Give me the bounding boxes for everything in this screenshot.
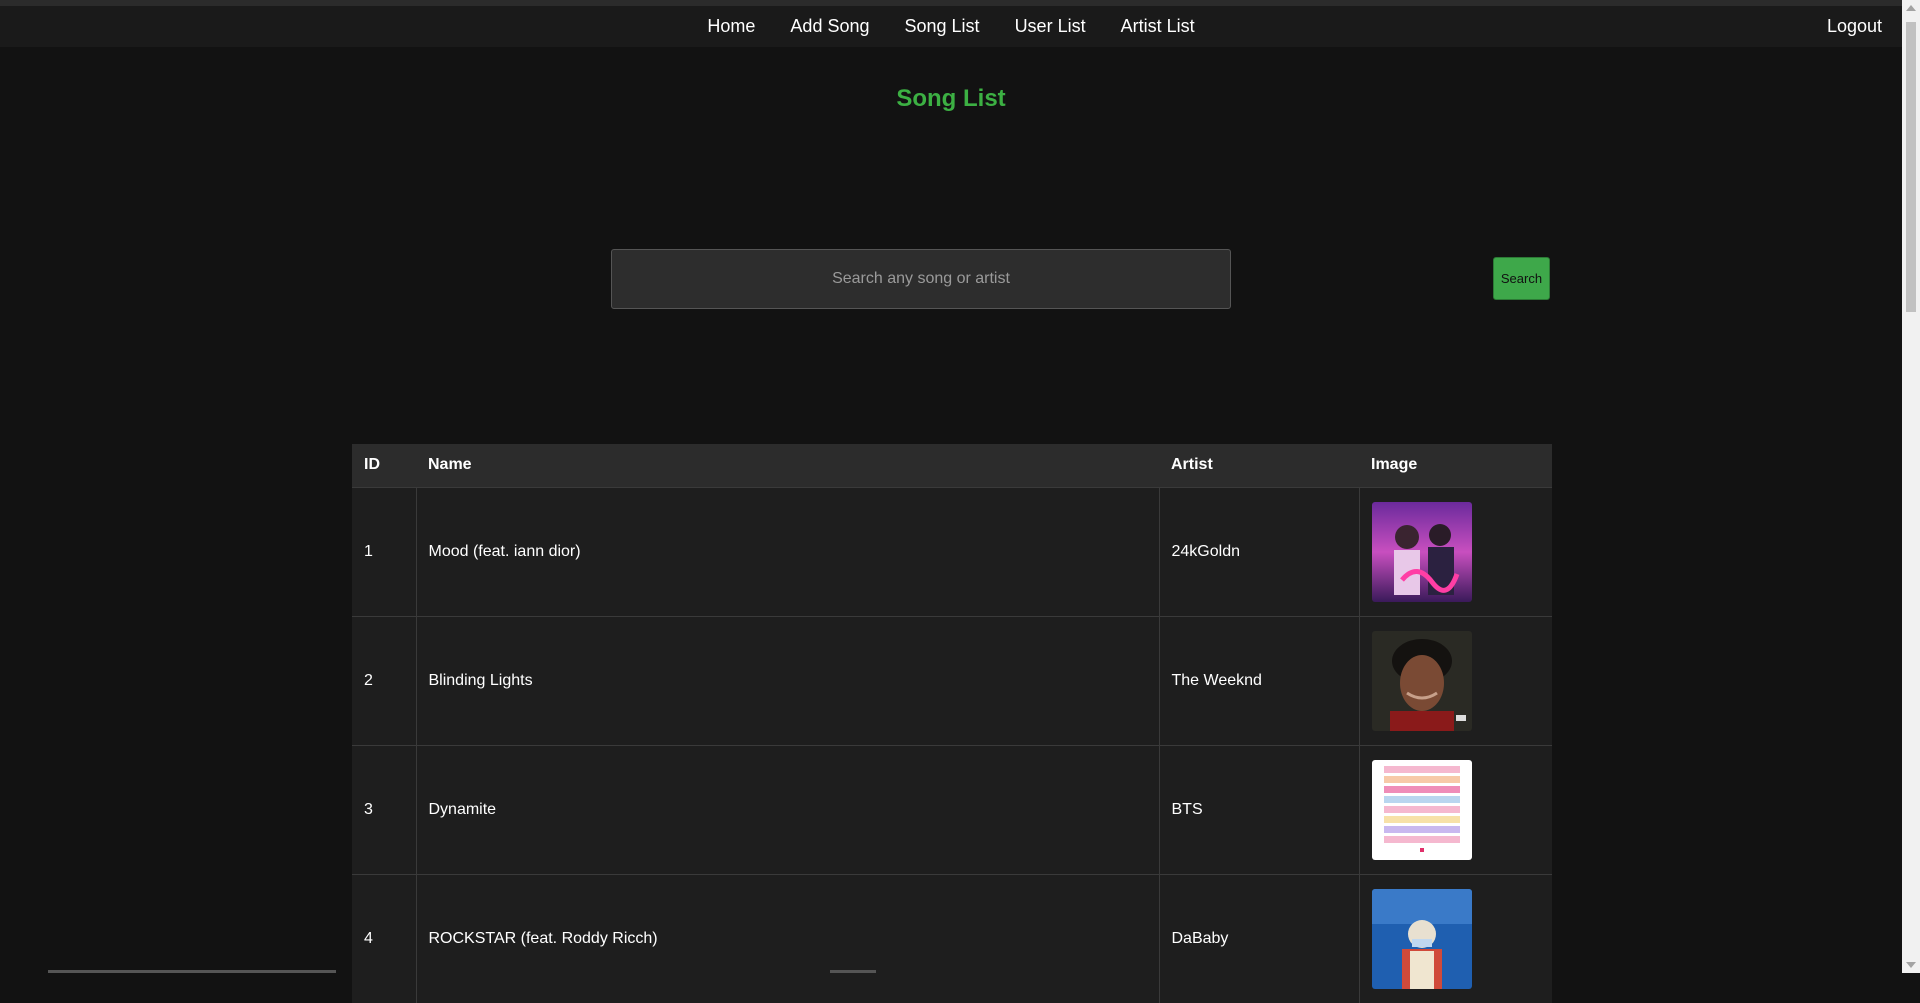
logout-link[interactable]: Logout [1827, 6, 1882, 47]
cell-artist: 24kGoldn [1159, 486, 1360, 616]
column-header-name: Name [416, 444, 1159, 487]
cell-id: 2 [352, 615, 417, 745]
cell-artist: The Weeknd [1159, 615, 1360, 745]
album-cover-after-hours-image [1371, 630, 1472, 731]
scroll-up-arrow-icon[interactable] [1906, 5, 1916, 11]
search-button[interactable]: Search [1493, 257, 1550, 300]
album-cover-blame-it-on-baby-image [1371, 888, 1472, 989]
column-header-artist: Artist [1159, 444, 1359, 487]
cell-id: 4 [352, 873, 417, 1003]
cell-image [1359, 873, 1552, 1003]
nav-link-add-song[interactable]: Add Song [790, 16, 869, 37]
nav-link-song-list[interactable]: Song List [905, 16, 980, 37]
table-row: 3 Dynamite BTS [352, 744, 1552, 874]
song-table: ID Name Artist Image 1 Mood (feat. iann … [352, 444, 1552, 1003]
nav-link-home[interactable]: Home [707, 16, 755, 37]
page-title: Song List [896, 85, 1006, 112]
table-row: 2 Blinding Lights The Weeknd [352, 615, 1552, 745]
nav-links: Home Add Song Song List User List Artist… [0, 6, 1902, 47]
cell-artist: BTS [1159, 744, 1360, 874]
nav-link-user-list[interactable]: User List [1015, 16, 1086, 37]
cell-name: ROCKSTAR (feat. Roddy Ricch) [416, 873, 1160, 1003]
column-header-id: ID [352, 444, 416, 487]
table-row: 1 Mood (feat. iann dior) 24kGoldn [352, 486, 1552, 616]
cell-image [1359, 744, 1552, 874]
navbar: Home Add Song Song List User List Artist… [0, 6, 1902, 47]
nav-link-artist-list[interactable]: Artist List [1121, 16, 1195, 37]
cell-id: 3 [352, 744, 417, 874]
search-input[interactable] [611, 249, 1231, 309]
scroll-down-arrow-icon[interactable] [1906, 962, 1916, 968]
cell-id: 1 [352, 486, 417, 616]
cell-image [1359, 486, 1552, 616]
cell-artist: DaBaby [1159, 873, 1360, 1003]
column-header-image: Image [1359, 444, 1552, 487]
cell-name: Blinding Lights [416, 615, 1160, 745]
cell-name: Dynamite [416, 744, 1160, 874]
album-cover-dynamite-image [1371, 759, 1472, 860]
cell-name: Mood (feat. iann dior) [416, 486, 1160, 616]
album-cover-mood-image [1371, 501, 1472, 602]
scrollbar-thumb[interactable] [1906, 22, 1916, 312]
table-row: 4 ROCKSTAR (feat. Roddy Ricch) DaBaby [352, 873, 1552, 1003]
cell-image [1359, 615, 1552, 745]
table-header-row: ID Name Artist Image [352, 444, 1552, 487]
vertical-scrollbar[interactable] [1902, 0, 1920, 973]
